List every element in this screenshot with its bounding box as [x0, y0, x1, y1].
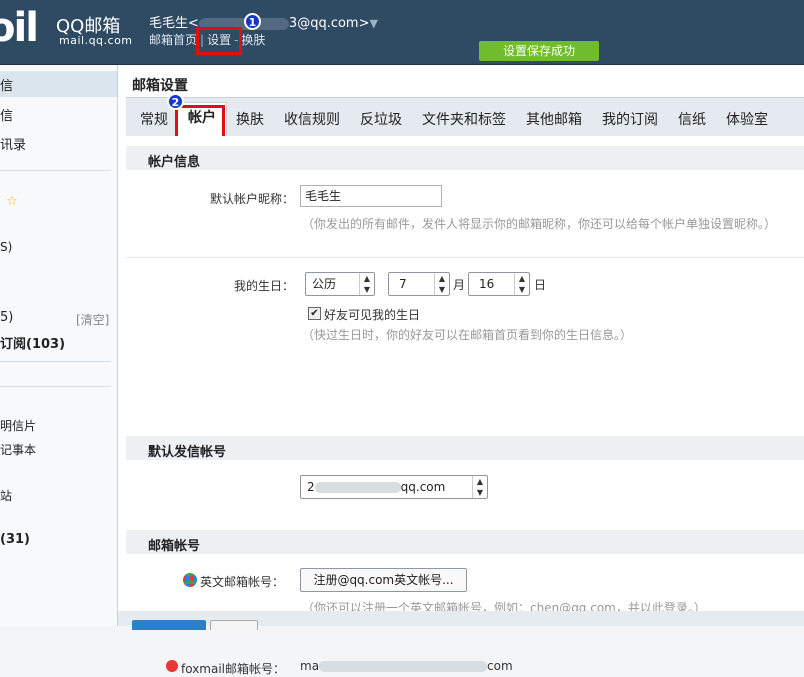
sidebar-item-write[interactable]: 信	[0, 105, 13, 124]
nickname-input[interactable]: 毛毛生	[300, 185, 442, 207]
register-english-account-button[interactable]: 注册@qq.com英文帐号...	[300, 568, 467, 592]
sidebar-divider	[0, 361, 111, 362]
save-success-message: 设置保存成功	[479, 41, 599, 61]
calendar-select[interactable]: 公历 ▲ ▼	[305, 272, 375, 296]
step-badge-2: 2	[167, 93, 184, 110]
user-account[interactable]: 毛毛生< 3@qq.com>▼	[149, 12, 378, 31]
blurred-text	[319, 661, 488, 672]
foxmail-account-label: foxmail邮箱帐号：	[181, 662, 286, 676]
top-header: oil QQ邮箱 mail.qq.com 毛毛生<3@qq.com>▼ 邮箱首页…	[0, 0, 804, 65]
section-header-bg	[126, 436, 804, 460]
sidebar-item-inbox[interactable]: 信	[0, 75, 13, 94]
foxmail-account-value: ma com	[300, 659, 513, 673]
star-icon[interactable]: ☆	[6, 194, 18, 209]
settings-content: 帐户信息 默认帐户昵称： 毛毛生 （你发出的所有邮件，发件人将显示你的邮箱昵称，…	[126, 136, 804, 676]
user-name: 毛毛生	[149, 16, 189, 31]
select-arrows-icon: ▲ ▼	[472, 476, 487, 498]
user-email-suffix: 3@qq.com>	[288, 16, 370, 31]
blurred-text	[314, 482, 401, 493]
default-sender-select[interactable]: 2 qq.com ▲ ▼	[300, 475, 488, 499]
main-panel: 邮箱设置 常规 帐户 换肤 收信规则 反垃圾 文件夹和标签 其他邮箱 我的订阅 …	[118, 65, 804, 676]
friends-visible-label: 好友可见我的生日	[324, 308, 421, 322]
tab-folders[interactable]: 文件夹和标签	[422, 109, 506, 129]
logo-mark: oil	[0, 5, 39, 51]
birthday-hint: （快过生日时，你的好友可以在邮箱首页看到你的生日信息。）	[302, 328, 633, 342]
select-arrows-icon: ▲ ▼	[514, 273, 529, 295]
tab-skin[interactable]: 换肤	[236, 109, 264, 129]
foxmail-suffix: com	[487, 659, 513, 673]
tab-stationery[interactable]: 信纸	[678, 109, 706, 129]
sender-suffix: qq.com	[400, 480, 446, 494]
cancel-button[interactable]	[210, 620, 258, 630]
tab-general[interactable]: 常规	[140, 109, 168, 129]
friends-visible-checkbox[interactable]: ✔	[308, 307, 321, 320]
link-mail-home[interactable]: 邮箱首页	[149, 33, 197, 47]
sidebar-item-subscriptions[interactable]: 订阅(103)	[0, 333, 65, 352]
sidebar-divider	[0, 386, 111, 387]
month-select[interactable]: 7 ▲ ▼	[388, 272, 450, 296]
sidebar-active-bg	[0, 71, 117, 97]
step-badge-1: 1	[244, 13, 261, 30]
chevron-down-icon[interactable]: ▼	[370, 17, 378, 30]
nickname-label: 默认帐户昵称：	[209, 192, 294, 206]
qq-mail-logo[interactable]: oil QQ邮箱 mail.qq.com	[0, 6, 135, 52]
tab-other-mail[interactable]: 其他邮箱	[526, 109, 582, 129]
section-default-sender: 默认发信帐号	[148, 445, 227, 460]
day-unit: 日	[534, 278, 547, 292]
section-header-bg	[126, 530, 804, 554]
day-select[interactable]: 16 ▲ ▼	[468, 272, 530, 296]
sidebar: 信 信 讯录 ☆ S) 5) [清空] 订阅(103) 明信片 记事本 站 (3…	[0, 65, 118, 626]
divider	[126, 257, 804, 258]
month-unit: 月	[453, 278, 466, 292]
sender-prefix: 2	[307, 480, 315, 494]
save-changes-button[interactable]	[132, 620, 206, 630]
clear-link[interactable]: [清空]	[76, 311, 109, 328]
sidebar-item-folder[interactable]: S)	[0, 240, 12, 254]
link-skin[interactable]: 换肤	[241, 33, 265, 47]
sidebar-item-contacts[interactable]: 讯录	[0, 134, 26, 153]
tab-rules[interactable]: 收信规则	[284, 109, 340, 129]
logo-subtitle: mail.qq.com	[59, 34, 133, 47]
sidebar-item-postcard[interactable]: 明信片	[0, 417, 36, 434]
select-arrows-icon: ▲ ▼	[434, 273, 449, 295]
english-account-label: 英文邮箱帐号：	[200, 575, 285, 589]
section-mailbox-accounts: 邮箱帐号	[148, 539, 201, 554]
sidebar-divider	[0, 170, 111, 171]
nickname-hint: （你发出的所有邮件，发件人将显示你的邮箱昵称，你还可以给每个帐户单独设置昵称。）	[302, 217, 777, 231]
section-account-info: 帐户信息	[148, 155, 201, 170]
day-value: 16	[479, 277, 495, 291]
month-value: 7	[399, 277, 407, 291]
calendar-value: 公历	[312, 277, 337, 291]
page-title: 邮箱设置	[132, 78, 188, 94]
birthday-label: 我的生日：	[233, 279, 294, 293]
tab-antispam[interactable]: 反垃圾	[360, 109, 402, 129]
foxmail-prefix: ma	[300, 659, 320, 673]
tab-lab[interactable]: 体验室	[726, 109, 768, 129]
select-arrows-icon: ▲ ▼	[359, 273, 374, 295]
settings-highlight-box	[196, 27, 242, 55]
tab-subscriptions[interactable]: 我的订阅	[602, 109, 658, 129]
sidebar-item-station[interactable]: 站	[0, 487, 12, 504]
sidebar-item-unread[interactable]: (31)	[0, 532, 30, 547]
globe-icon	[183, 573, 197, 587]
sidebar-item-notebook[interactable]: 记事本	[0, 441, 36, 458]
section-header-bg	[126, 146, 804, 170]
settings-tabs: 常规 帐户 换肤 收信规则 反垃圾 文件夹和标签 其他邮箱 我的订阅 信纸 体验…	[126, 97, 804, 137]
sidebar-item-deleted[interactable]: 5)	[0, 310, 13, 325]
foxmail-icon	[166, 660, 178, 672]
